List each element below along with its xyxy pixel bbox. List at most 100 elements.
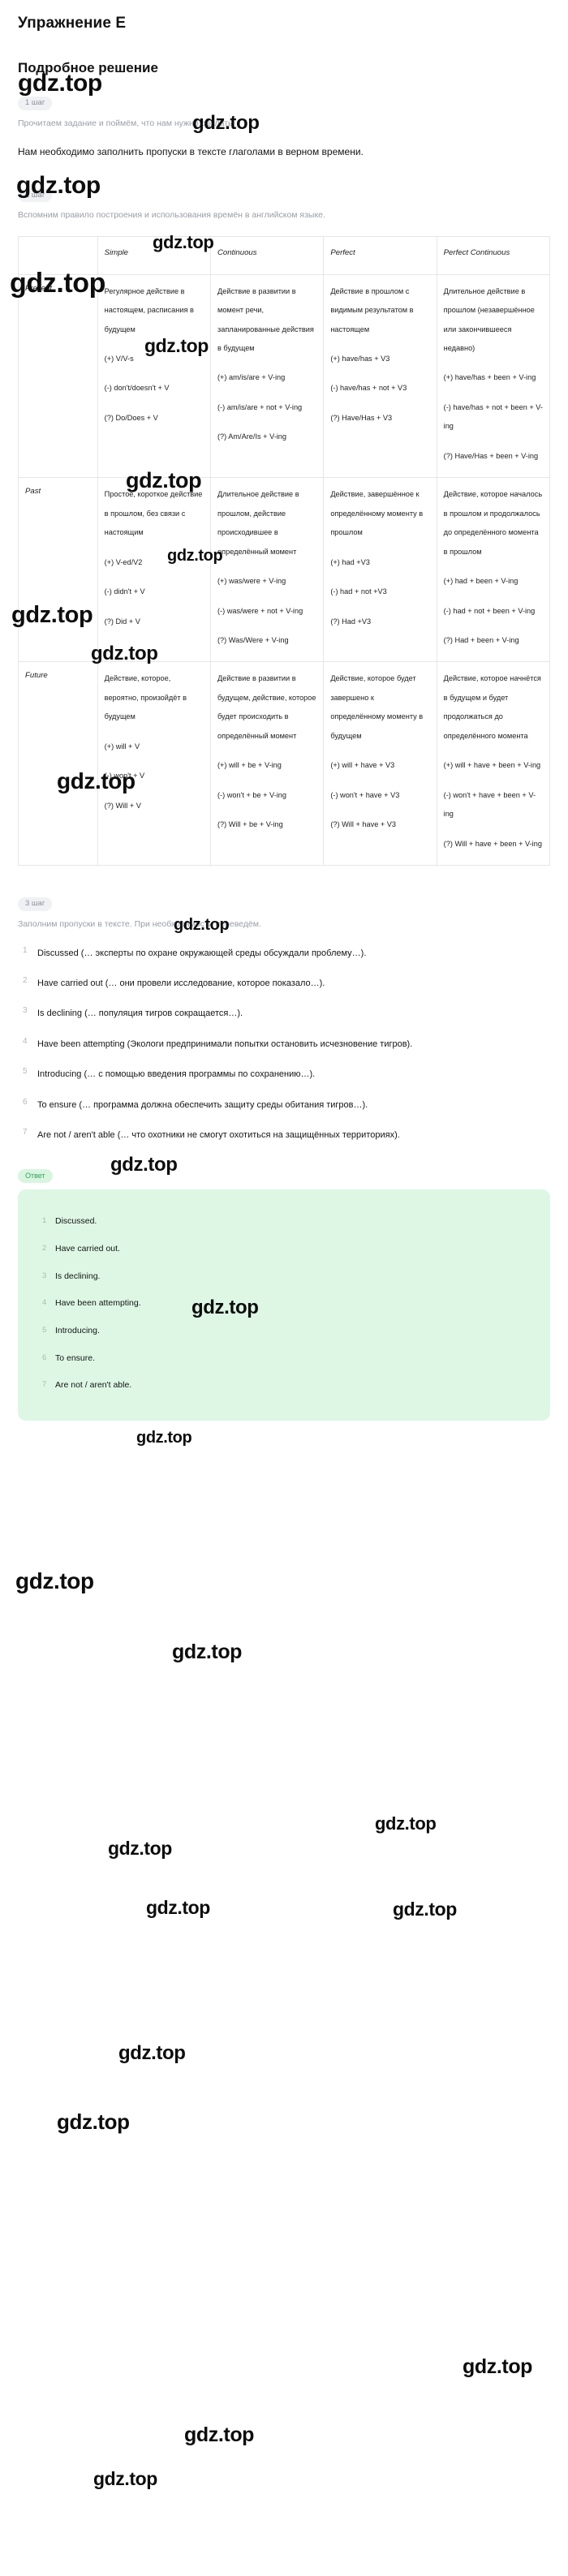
tenses-table-body: Present Регулярное действие в настоящем,…	[18, 273, 551, 867]
cell-future-simple: Действие, которое, вероятно, произойдёт …	[97, 661, 212, 867]
list-item-number: 5	[42, 1325, 47, 1335]
step-1-badge: 1 шаг	[18, 96, 53, 110]
cell-line: (+) have/has + V3	[330, 355, 390, 363]
list-item-text: Discussed.	[55, 1216, 97, 1227]
watermark-gdz-top: gdz.top	[184, 2423, 255, 2446]
cell-line: (-) had + not + been + V-ing	[443, 606, 536, 615]
list-item-number: 4	[42, 1298, 47, 1308]
list-item-number: 1	[42, 1216, 47, 1226]
cell-spacer	[444, 358, 543, 368]
list-item-text: Are not / aren't able.	[55, 1380, 132, 1391]
cell-spacer	[217, 591, 316, 602]
cell-line: (-) had + not +V3	[330, 587, 387, 596]
list-item-text: Have carried out.	[55, 1243, 120, 1254]
list-item: 5 Introducing (… с помощью введения прог…	[23, 1066, 550, 1082]
answers-explained-list: 1 Discussed (… эксперты по охране окружа…	[18, 945, 550, 1143]
table-header-row: Simple Continuous Perfect Perfect Contin…	[18, 236, 551, 275]
list-item-text: Is declining (… популяция тигров сокраща…	[37, 1008, 243, 1019]
cell-spacer	[105, 398, 204, 409]
cell-line: (+) will + have + been + V-ing	[443, 761, 541, 770]
cell-line: (?) Am/Are/Is + V-ing	[217, 432, 287, 441]
cell-spacer	[105, 572, 204, 583]
cell-spacer	[330, 805, 429, 815]
cell-spacer	[105, 602, 204, 613]
cell-line: (?) Will + have + been + V-ing	[443, 839, 542, 848]
list-item-text: Have carried out (… они провели исследов…	[37, 978, 325, 989]
watermark-gdz-top: gdz.top	[172, 1641, 243, 1663]
th-perfect-continuous: Perfect Continuous	[436, 236, 551, 275]
cell-line: (-) don't/doesn't + V	[104, 384, 170, 393]
watermark-gdz-top: gdz.top	[393, 1899, 457, 1920]
cell-spacer	[330, 746, 429, 756]
list-item-text: Introducing.	[55, 1325, 100, 1335]
list-item-number: 4	[23, 1036, 28, 1046]
cell-line: (?) Will + have + V3	[330, 820, 397, 829]
cell-spacer	[217, 776, 316, 786]
step-3-note: Заполним пропуски в тексте. При необходи…	[18, 918, 261, 929]
cell-line: (+) had + been + V-ing	[443, 577, 519, 586]
cell-spacer	[444, 591, 543, 602]
cell-line: (+) will + have + V3	[330, 761, 395, 770]
cell-line: (+) have/has + been + V-ing	[443, 373, 536, 382]
list-item-text: Have been attempting.	[55, 1298, 141, 1309]
step-3-block: 3 шаг Заполним пропуски в тексте. При не…	[18, 895, 550, 1143]
list-item: 6 To ensure (… программа должна обеспечи…	[23, 1097, 550, 1113]
list-item-text: To ensure.	[55, 1353, 96, 1363]
cell-line: (-) am/is/are + not + V-ing	[217, 402, 303, 411]
watermark-gdz-top: gdz.top	[136, 1429, 192, 1447]
list-item-number: 5	[23, 1067, 28, 1077]
cell-past-simple: Простое, короткое действие в прошлом, бе…	[97, 477, 212, 663]
cell-line: Действие в развитии в будущем, действие,…	[217, 674, 316, 740]
cell-line: (?) Did + V	[104, 617, 140, 626]
cell-spacer	[105, 339, 204, 350]
cell-line: Действие, которое, вероятно, произойдёт …	[104, 674, 187, 721]
cell-future-perfect: Действие, которое будет завершено к опре…	[323, 661, 437, 867]
cell-line: Действие в развитии в момент речи, запла…	[217, 286, 314, 353]
cell-spacer	[217, 358, 316, 368]
cell-line: (?) Have/Has + been + V-ing	[443, 451, 539, 460]
cell-spacer	[217, 417, 316, 428]
th-perfect: Perfect	[323, 236, 437, 275]
watermark-gdz-top: gdz.top	[93, 2468, 157, 2489]
th-continuous: Continuous	[209, 236, 325, 275]
cell-past-perfect: Действие, завершённое к определённому мо…	[323, 477, 437, 663]
cell-line: Действие, завершённое к определённому мо…	[330, 490, 424, 537]
cell-spacer	[444, 437, 543, 447]
cell-line: (+) was/were + V-ing	[217, 577, 286, 586]
cell-line: (-) won't + have + been + V-ing	[443, 790, 536, 819]
cell-line: (+) had +V3	[330, 557, 370, 566]
step-2-note: Вспомним правило построения и использова…	[18, 210, 325, 221]
cell-past-continuous: Длительное действие в прошлом, действие …	[209, 477, 325, 663]
cell-line: (?) Will + V	[104, 801, 141, 810]
list-item-number: 1	[23, 945, 28, 955]
cell-spacer	[217, 388, 316, 398]
list-item-text: Are not / aren't able (… что охотники не…	[37, 1129, 400, 1140]
row-label-future: Future	[18, 661, 98, 867]
cell-line: (-) have/has + not + been + V-ing	[443, 402, 543, 431]
cell-spacer	[330, 398, 429, 409]
cell-spacer	[217, 561, 316, 572]
cell-line: (-) didn't + V	[104, 587, 145, 596]
list-item-text: Introducing (… с помощью введения програ…	[37, 1069, 316, 1080]
list-item-number: 6	[42, 1353, 47, 1362]
step-2-badge: 2 шаг	[18, 188, 53, 203]
cell-spacer	[217, 621, 316, 631]
th-empty	[18, 236, 98, 275]
watermark-gdz-top: gdz.top	[15, 1568, 94, 1593]
list-item-text: Have been attempting (Экологи предприним…	[37, 1039, 413, 1049]
list-item: 5 Introducing.	[42, 1325, 532, 1337]
list-item-number: 6	[23, 1097, 28, 1107]
cell-line: Действие, которое началось в прошлом и п…	[443, 490, 543, 556]
cell-spacer	[330, 368, 429, 379]
list-item-text: To ensure (… программа должна обеспечить…	[37, 1099, 368, 1110]
cell-spacer	[217, 805, 316, 815]
cell-present-continuous: Действие в развитии в момент речи, запла…	[209, 273, 325, 479]
list-item: 2 Have carried out (… они провели исслед…	[23, 975, 550, 991]
list-item-text: Discussed (… эксперты по охране окружающ…	[37, 948, 367, 958]
list-item: 4 Have been attempting.	[42, 1297, 532, 1310]
cell-spacer	[330, 602, 429, 613]
row-label-present: Present	[18, 273, 98, 479]
page-title: Упражнение E	[18, 15, 127, 32]
cell-past-perfect-continuous: Действие, которое началось в прошлом и п…	[436, 477, 551, 663]
cell-spacer	[330, 543, 429, 553]
